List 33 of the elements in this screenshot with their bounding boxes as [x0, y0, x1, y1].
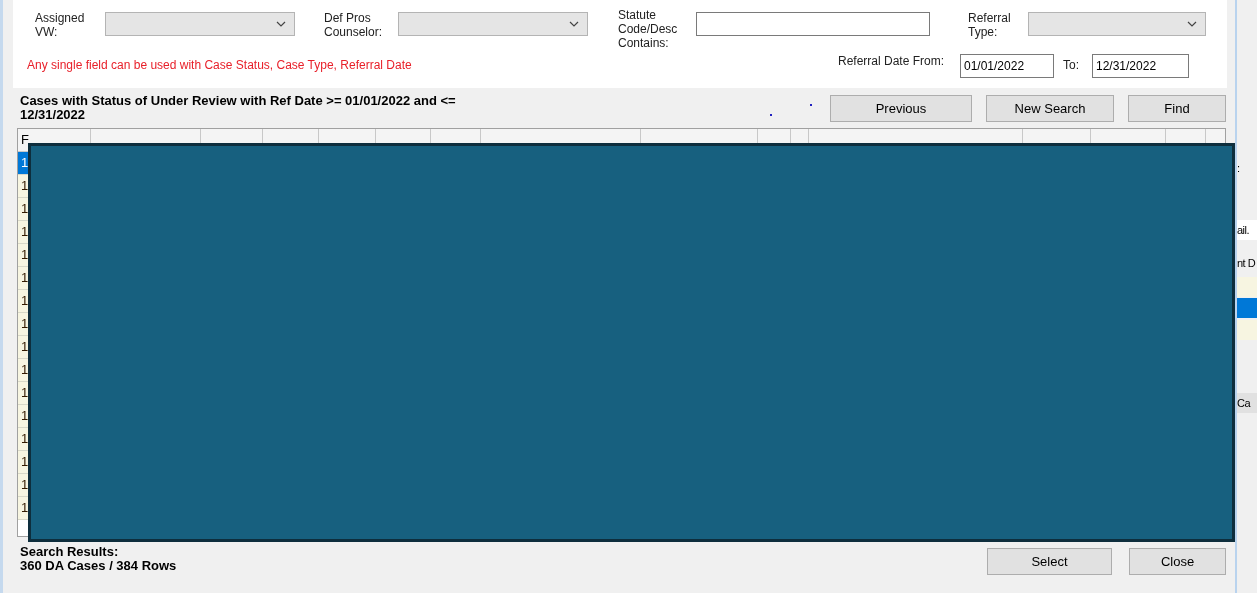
caret-icon: [276, 21, 286, 27]
caret-icon: [1187, 21, 1197, 27]
field-label: Referral Date From:: [838, 53, 945, 70]
status-label: Search Results:: [20, 545, 120, 559]
results-summary: 360 DA Cases / 384 Rows: [20, 559, 178, 573]
field-label: Def Pros Counselor:: [324, 11, 384, 39]
dialog-button[interactable]: Select: [987, 548, 1112, 575]
dot-mark: [810, 104, 812, 106]
dropdown[interactable]: [398, 12, 588, 36]
table-row: [1237, 277, 1257, 297]
caret-icon: [569, 21, 579, 27]
dot-mark: [770, 114, 772, 116]
field-label: Referral Type:: [968, 11, 1012, 39]
text-fragment: nt D: [1237, 256, 1257, 271]
toolbar-button[interactable]: Find: [1128, 95, 1226, 122]
text-fragment: Ca: [1237, 393, 1257, 413]
dialog-button[interactable]: Close: [1129, 548, 1226, 575]
text-fragment: ail.: [1237, 220, 1257, 240]
field-label: Statute Code/Desc Contains:: [618, 8, 679, 50]
toolbar-button[interactable]: New Search: [986, 95, 1114, 122]
field-label: Assigned VW:: [35, 11, 86, 39]
dropdown[interactable]: [105, 12, 295, 36]
hint-text: Any single field can be used with Case Status, Case Type, Referral Date: [27, 57, 412, 74]
table-row: [1237, 298, 1257, 318]
results-title: Cases with Status of Under Review with Ref Date >= 01/01/2022 and <= 12/31/2022: [20, 94, 457, 122]
toolbar-button[interactable]: Previous: [830, 95, 972, 122]
text-fragment: :: [1237, 161, 1241, 176]
input-field[interactable]: [696, 12, 930, 36]
date-field[interactable]: 12/31/2022: [1092, 54, 1189, 78]
field-label: To:: [1063, 57, 1079, 74]
dropdown[interactable]: [1028, 12, 1206, 36]
date-field[interactable]: 01/01/2022: [960, 54, 1054, 78]
table-row: [1237, 320, 1257, 340]
